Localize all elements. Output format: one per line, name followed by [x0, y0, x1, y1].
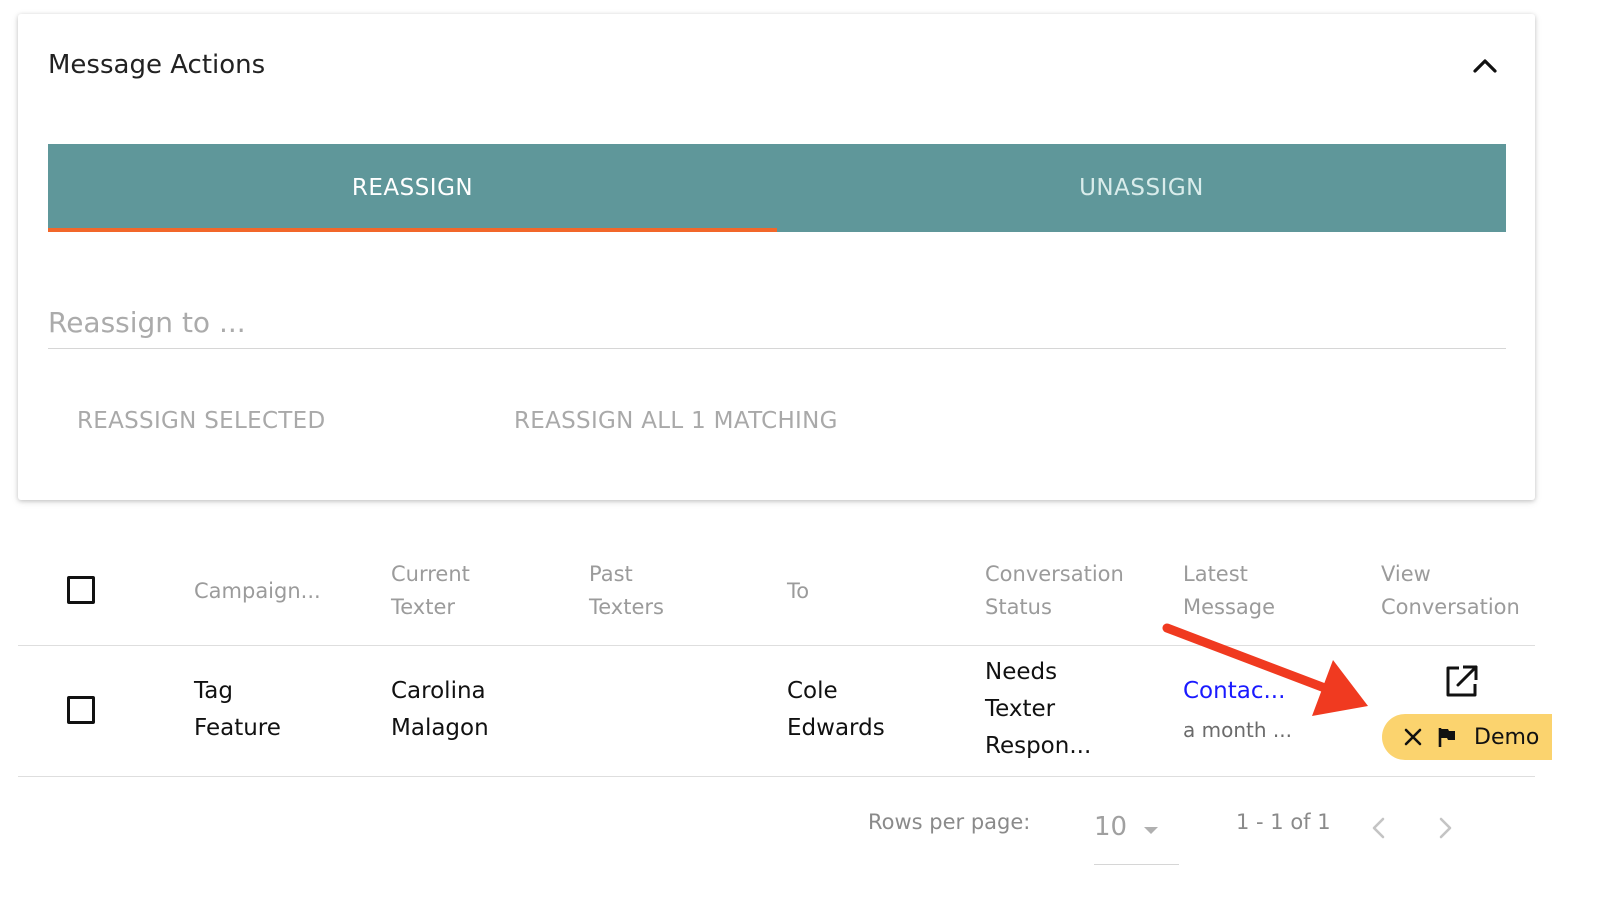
reassign-all-matching-button[interactable]: REASSIGN ALL 1 MATCHING [514, 408, 838, 434]
pagination-range: 1 - 1 of 1 [1236, 810, 1331, 834]
table-header: Campaign... Current Texter Past Texters … [18, 540, 1535, 646]
row-checkbox[interactable] [67, 696, 95, 724]
latest-message-cell: Contac... [1183, 673, 1285, 710]
table-row[interactable]: Tag Feature Carolina Malagon Cole Edward… [18, 646, 1552, 777]
rows-per-page-value: 10 [1094, 812, 1128, 842]
chevron-right-icon[interactable] [1432, 812, 1458, 844]
tab-unassign[interactable]: UNASSIGN [777, 144, 1506, 232]
column-header-latest-message[interactable]: Latest Message [1183, 558, 1303, 624]
column-header-view-conversation[interactable]: View Conversation [1381, 558, 1531, 624]
caret-down-icon [1142, 822, 1160, 841]
rows-per-page-label: Rows per page: [868, 810, 1031, 834]
latest-message-link[interactable]: Contac... [1183, 673, 1285, 710]
tab-reassign[interactable]: REASSIGN [48, 144, 777, 232]
panel-title: Message Actions [48, 50, 266, 80]
rows-per-page-select[interactable]: 10 [1094, 806, 1179, 865]
column-header-conversation-status[interactable]: Conversation Status [985, 558, 1150, 624]
close-icon[interactable] [1402, 726, 1424, 748]
cell-current-texter: Carolina Malagon [391, 678, 489, 741]
column-header-to[interactable]: To [787, 575, 809, 608]
cell-to: Cole Edwards [787, 678, 885, 741]
chevron-left-icon[interactable] [1366, 812, 1392, 844]
open-in-new-icon[interactable] [1443, 664, 1479, 700]
flag-icon [1436, 726, 1458, 748]
column-header-past-texters[interactable]: Past Texters [589, 558, 689, 624]
chevron-up-icon[interactable] [1469, 50, 1501, 82]
column-header-current-texter[interactable]: Current Texter [391, 558, 511, 624]
tab-bar: REASSIGN UNASSIGN [48, 144, 1506, 232]
tag-label: Demo [1474, 724, 1540, 750]
message-actions-panel: Message Actions REASSIGN UNASSIGN REASSI… [18, 14, 1535, 500]
select-all-checkbox[interactable] [67, 576, 95, 604]
latest-message-time: a month ... [1183, 718, 1292, 742]
column-header-campaign[interactable]: Campaign... [194, 575, 321, 608]
cell-campaign: Tag Feature [194, 678, 281, 741]
cell-conversation-status: Needs Texter Respon... [985, 659, 1092, 759]
tag-chip[interactable]: Demo [1382, 714, 1552, 760]
reassign-selected-button[interactable]: REASSIGN SELECTED [77, 408, 326, 434]
reassign-to-input[interactable] [48, 296, 1506, 349]
